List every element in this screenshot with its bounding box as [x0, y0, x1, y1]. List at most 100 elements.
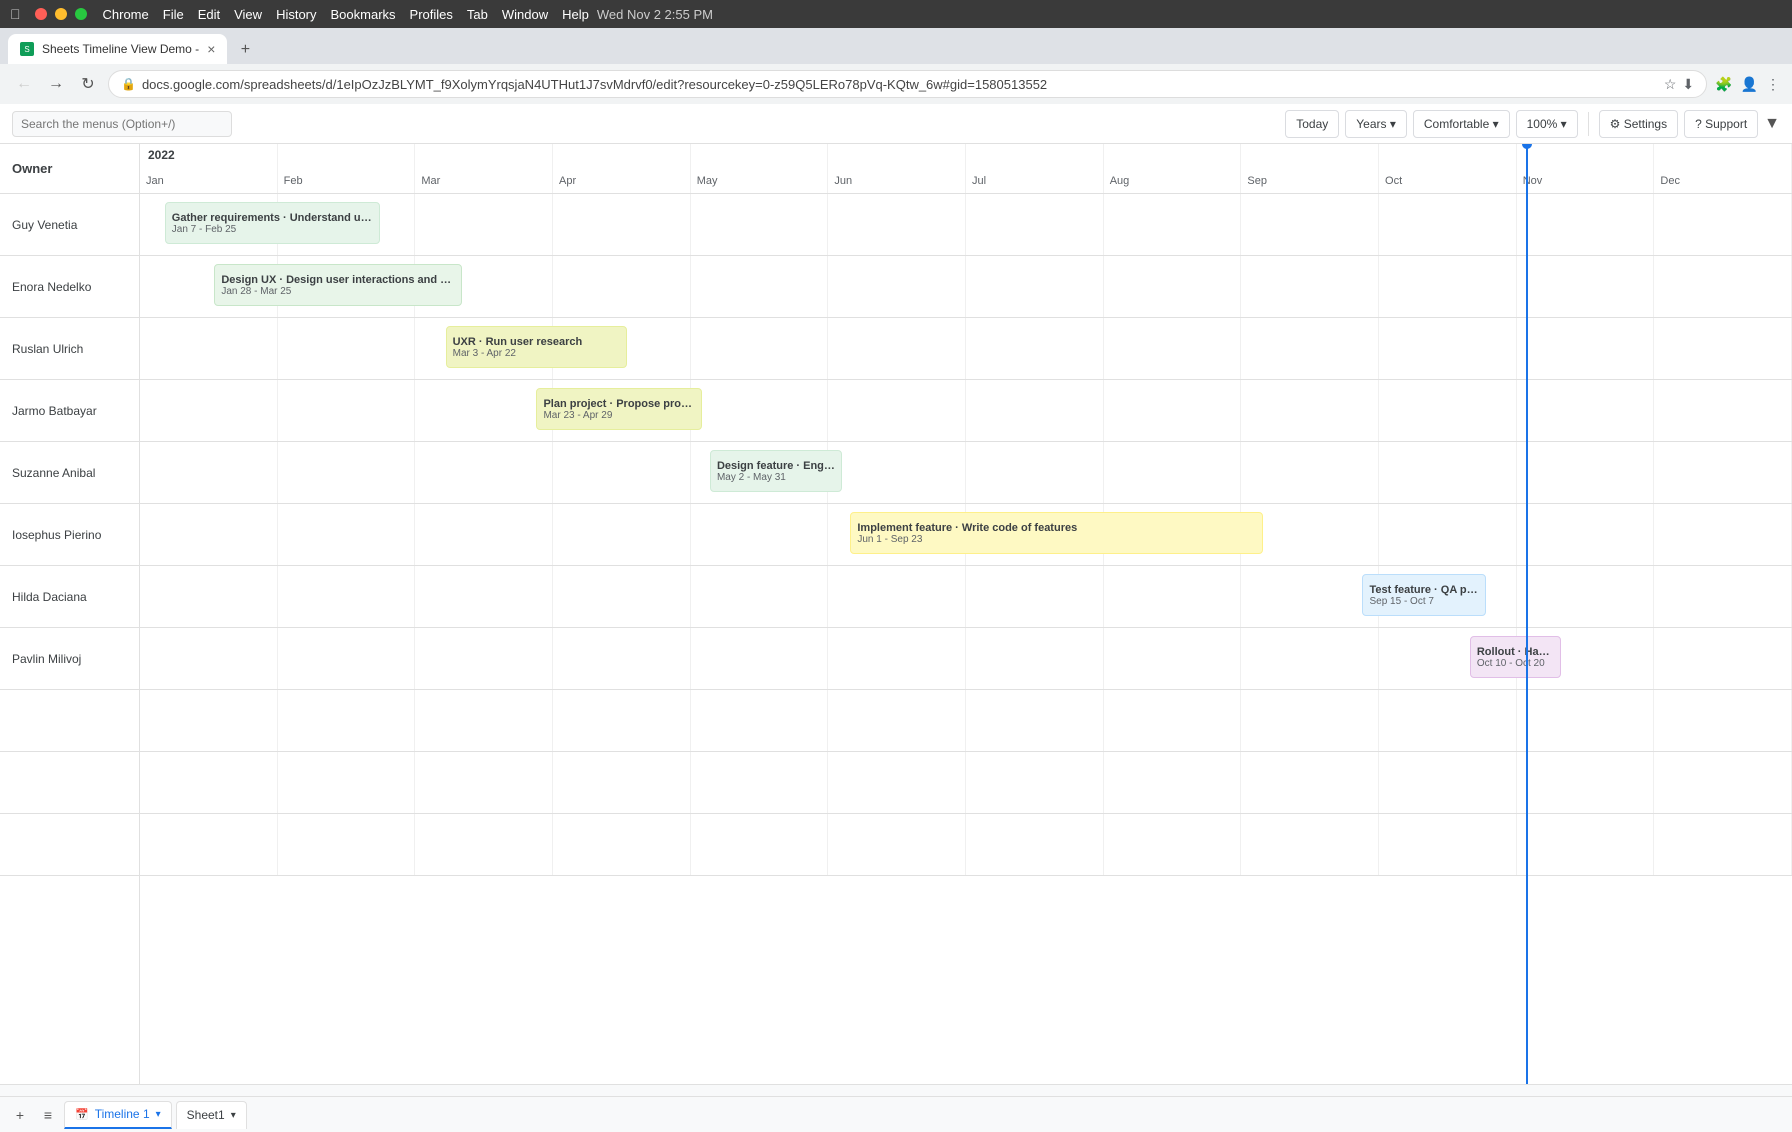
grid-cell-row9-month2 — [415, 752, 553, 813]
task-bar-5[interactable]: Implement feature · Write code of featur… — [850, 512, 1263, 554]
expand-icon[interactable]: ▼ — [1764, 115, 1780, 133]
owner-column: Owner Guy Venetia Enora Nedelko Ruslan U… — [0, 144, 140, 1084]
mac-menu-profiles[interactable]: Profiles — [410, 7, 453, 22]
owner-row-3: Jarmo Batbayar — [0, 380, 139, 442]
grid-cell-row9-month5 — [828, 752, 966, 813]
horizontal-scrollbar[interactable] — [0, 1084, 1792, 1096]
grid-cell-row6-month1 — [278, 566, 416, 627]
close-dot[interactable] — [35, 8, 47, 20]
task-bar-1[interactable]: Design UX · Design user interactions and… — [214, 264, 462, 306]
forward-button[interactable]: → — [44, 72, 68, 96]
owner-row-7: Pavlin Milivoj — [0, 628, 139, 690]
list-sheets-button[interactable]: ≡ — [36, 1103, 60, 1127]
grid-cell-row9-month3 — [553, 752, 691, 813]
grid-cell-row6-month11 — [1654, 566, 1792, 627]
grid-cell-row8-month2 — [415, 690, 553, 751]
profile-icon[interactable]: 👤 — [1741, 76, 1758, 93]
grid-cell-row3-month11 — [1654, 380, 1792, 441]
month-aug: Aug — [1104, 144, 1242, 193]
mac-menu-history[interactable]: History — [276, 7, 316, 22]
mac-menu-tab[interactable]: Tab — [467, 7, 488, 22]
grid-cell-row2-month7 — [1104, 318, 1242, 379]
tab-close-button[interactable]: × — [207, 41, 215, 57]
extension-icon[interactable]: 🧩 — [1715, 76, 1732, 93]
grid-cell-row9-month6 — [966, 752, 1104, 813]
grid-cell-row4-month10 — [1517, 442, 1655, 503]
task-bar-2[interactable]: UXR · Run user researchMar 3 - Apr 22 — [446, 326, 628, 368]
years-dropdown-button[interactable]: Years ▾ — [1345, 110, 1407, 138]
add-sheet-button[interactable]: + — [8, 1103, 32, 1127]
grid-cell-row4-month6 — [966, 442, 1104, 503]
month-sep: Sep — [1241, 144, 1379, 193]
zoom-dropdown-button[interactable]: 100% ▾ — [1516, 110, 1578, 138]
grid-cell-row1-month5 — [828, 256, 966, 317]
lock-icon: 🔒 — [121, 77, 136, 91]
grid-cell-row4-month8 — [1241, 442, 1379, 503]
fullscreen-dot[interactable] — [75, 8, 87, 20]
grid-cell-row2-month11 — [1654, 318, 1792, 379]
task-bar-7[interactable]: Rollout · Happy end usersOct 10 - Oct 20 — [1470, 636, 1561, 678]
grid-cell-row7-month3 — [553, 628, 691, 689]
task-title-3: Plan project · Propose project details t… — [543, 398, 694, 410]
month-mar: Mar — [415, 144, 553, 193]
mac-menu-chrome[interactable]: Chrome — [103, 7, 149, 22]
mac-menu-window[interactable]: Window — [502, 7, 548, 22]
grid-cell-row0-month4 — [691, 194, 829, 255]
url-bar[interactable]: 🔒 docs.google.com/spreadsheets/d/1eIpOzJ… — [108, 70, 1707, 98]
mac-menu-help[interactable]: Help — [562, 7, 589, 22]
task-dates-7: Oct 10 - Oct 20 — [1477, 658, 1554, 669]
grid-cell-row7-month7 — [1104, 628, 1242, 689]
grid-cell-row3-month8 — [1241, 380, 1379, 441]
timeline-tab-chevron[interactable]: ▾ — [156, 1109, 161, 1120]
timeline-tab[interactable]: 📅 Timeline 1 ▾ — [64, 1101, 172, 1129]
grid-cell-row5-month9 — [1379, 504, 1517, 565]
back-button[interactable]: ← — [12, 72, 36, 96]
task-bar-3[interactable]: Plan project · Propose project details t… — [536, 388, 701, 430]
grid-cell-row3-month9 — [1379, 380, 1517, 441]
task-bar-0[interactable]: Gather requirements · Understand user re… — [165, 202, 380, 244]
sheet1-tab[interactable]: Sheet1 ▾ — [176, 1101, 247, 1129]
chrome-tab-active[interactable]: S Sheets Timeline View Demo - × — [8, 34, 227, 64]
reload-button[interactable]: ↻ — [76, 72, 100, 96]
minimize-dot[interactable] — [55, 8, 67, 20]
grid-cell-row0-month2 — [415, 194, 553, 255]
grid-cell-row10-month11 — [1654, 814, 1792, 875]
url-right-icons: ☆ ⬇ — [1664, 76, 1694, 93]
grid-cell-row4-month3 — [553, 442, 691, 503]
mac-menu-edit[interactable]: Edit — [198, 7, 220, 22]
mac-menu-view[interactable]: View — [234, 7, 262, 22]
timeline-body: Owner Guy Venetia Enora Nedelko Ruslan U… — [0, 144, 1792, 1084]
grid-cell-row8-month1 — [278, 690, 416, 751]
task-bar-6[interactable]: Test feature · QA pass and dogfoodSep 15… — [1362, 574, 1486, 616]
task-bar-4[interactable]: Design feature · Eng design of featuresM… — [710, 450, 842, 492]
sheets-menubar: Today Years ▾ Comfortable ▾ 100% ▾ ⚙ Set… — [0, 104, 1792, 144]
settings-button[interactable]: ⚙ Settings — [1599, 110, 1678, 138]
download-icon[interactable]: ⬇ — [1682, 76, 1694, 93]
support-button[interactable]: ? Support — [1684, 110, 1758, 138]
more-icon[interactable]: ⋮ — [1766, 76, 1780, 93]
mac-menu-file[interactable]: File — [163, 7, 184, 22]
today-button[interactable]: Today — [1285, 110, 1339, 138]
mac-menu-bookmarks[interactable]: Bookmarks — [331, 7, 396, 22]
owner-row-4: Suzanne Anibal — [0, 442, 139, 504]
grid-cell-row3-month10 — [1517, 380, 1655, 441]
grid-cell-row1-month3 — [553, 256, 691, 317]
grid-row-9 — [140, 752, 1792, 814]
sheet1-tab-chevron[interactable]: ▾ — [231, 1110, 236, 1121]
search-input[interactable] — [12, 111, 232, 137]
timeline-tab-label: Timeline 1 — [95, 1107, 150, 1121]
grid-cell-row3-month6 — [966, 380, 1104, 441]
grid-cell-row3-month4 — [691, 380, 829, 441]
new-tab-button[interactable]: + — [231, 36, 259, 64]
task-title-4: Design feature · Eng design of features — [717, 460, 835, 472]
owner-row-6: Hilda Daciana — [0, 566, 139, 628]
grid-cell-row6-month2 — [415, 566, 553, 627]
mac-titlebar:  Chrome File Edit View History Bookmark… — [0, 0, 1792, 28]
bookmark-icon[interactable]: ☆ — [1664, 76, 1677, 93]
grid-cell-row9-month8 — [1241, 752, 1379, 813]
grid-cell-row0-month10 — [1517, 194, 1655, 255]
grid-row-10 — [140, 814, 1792, 876]
comfortable-dropdown-button[interactable]: Comfortable ▾ — [1413, 110, 1510, 138]
task-title-1: Design UX · Design user interactions and… — [221, 274, 455, 286]
grid-cell-row10-month10 — [1517, 814, 1655, 875]
